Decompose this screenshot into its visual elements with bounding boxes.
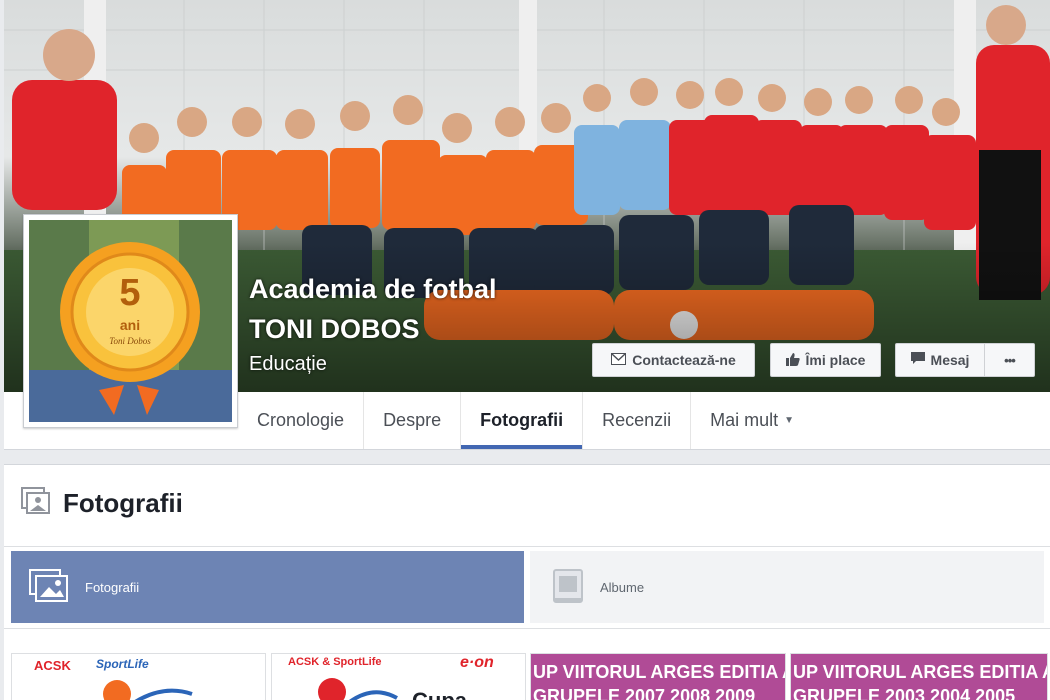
thumb-title: UP VIITORUL ARGES EDITIA A- [793,662,1048,682]
photo-thumbnail[interactable]: UP VIITORUL ARGES EDITIA A- GRUPELE 2007… [530,653,786,700]
contact-button[interactable]: Contactează-ne [592,343,755,377]
thumb-art [318,678,398,700]
tab-despre[interactable]: Despre [364,392,462,449]
thumb-title: UP VIITORUL ARGES EDITIA A- [533,662,786,682]
more-options-button[interactable]: ••• [984,343,1035,377]
divider [4,628,1050,629]
tab-label: Fotografii [480,410,564,430]
envelope-icon [611,352,627,368]
tab-cronologie[interactable]: Cronologie [238,392,365,449]
photo-thumbnail[interactable]: ACSK & SportLife e·on Cupa [271,653,526,700]
more-options-label: ••• [1004,352,1016,368]
subtab-albums[interactable]: Albume [530,551,1044,623]
page-name-line1[interactable]: Academia de fotbal [249,274,497,305]
profile-picture[interactable]: 5 ani Toni Dobos [23,214,238,428]
tab-label: Despre [383,410,442,430]
thumb-subtitle: GRUPELE 2007 2008 2009 [533,686,756,700]
message-button-label: Mesaj [930,352,970,368]
photo-thumbnail[interactable]: UP VIITORUL ARGES EDITIA A- GRUPELE 2003… [790,653,1048,700]
divider [4,546,1050,547]
subtab-albums-label: Albume [600,579,645,595]
photo-stack-icon [29,568,69,606]
contact-button-label: Contactează-ne [632,352,736,368]
badge-years-number: 5 [119,272,140,314]
message-button[interactable]: Mesaj [895,343,985,377]
tab-fotografii[interactable]: Fotografii [461,392,584,449]
page-category[interactable]: Educație [249,353,327,376]
profile-picture-image: 5 ani Toni Dobos [29,220,232,422]
photos-section: Fotografii Fotografii Albume ACSK SportL… [4,464,1050,700]
tab-mai-mult[interactable]: Mai mult ▼ [691,392,813,449]
tab-label: Cronologie [257,410,345,430]
facebook-page: Academia de fotbal TONI DOBOS Educație C… [0,0,1050,700]
badge-years-word: ani [120,317,140,333]
album-icon [552,568,584,607]
tab-label: Mai mult [710,410,779,430]
thumbs-up-icon [785,352,800,369]
photos-icon [21,487,51,520]
photo-thumbnail[interactable]: ACSK SportLife [11,653,266,700]
page-name-line2[interactable]: TONI DOBOS [249,314,420,345]
caret-down-icon: ▼ [784,415,795,426]
subtab-photos[interactable]: Fotografii [11,551,524,623]
photos-title: Fotografii [63,488,183,518]
like-button-label: Îmi place [805,352,866,368]
thumb-subtitle: GRUPELE 2003 2004 2005 [793,686,1016,700]
subtab-photos-label: Fotografii [85,579,140,595]
page-tabs: Cronologie Despre Fotografii Recenzii Ma… [238,392,813,449]
badge-subtitle: Toni Dobos [109,336,151,346]
photos-header: Fotografii [21,487,183,520]
thumb-art [103,680,193,700]
like-button[interactable]: Îmi place [770,343,881,377]
speech-bubble-icon [910,352,925,368]
tab-recenzii[interactable]: Recenzii [583,392,692,449]
tab-label: Recenzii [602,410,672,430]
